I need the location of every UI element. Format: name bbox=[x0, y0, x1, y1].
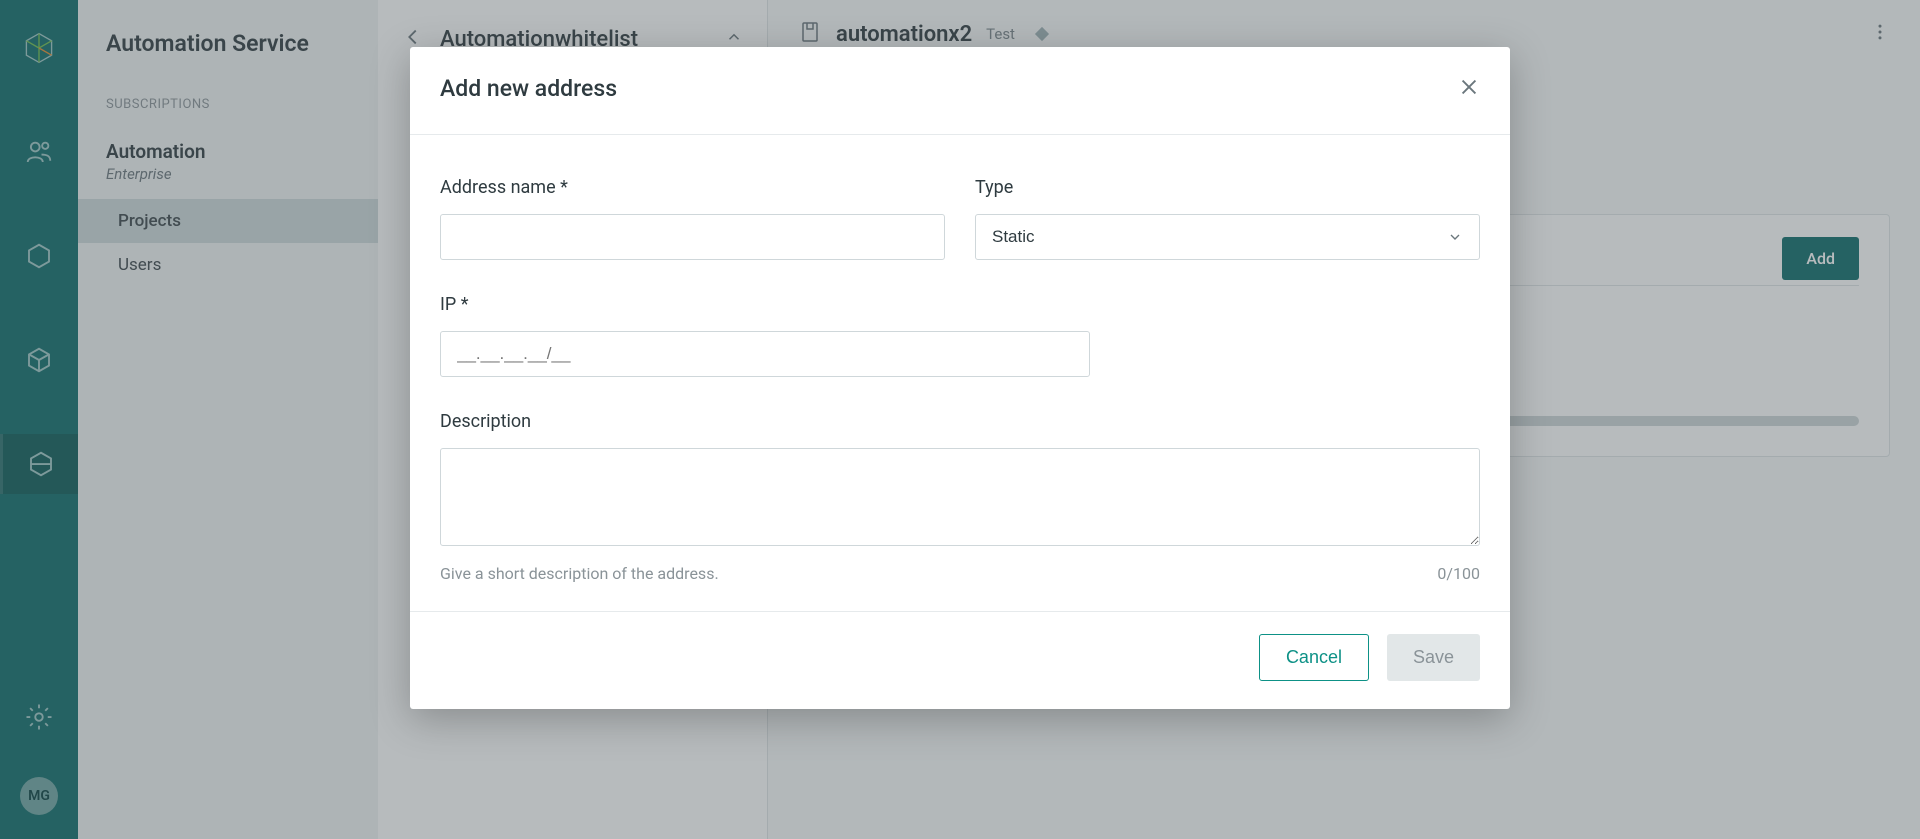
ip-input[interactable] bbox=[440, 331, 1090, 377]
type-label: Type bbox=[975, 177, 1480, 198]
close-icon[interactable] bbox=[1458, 76, 1480, 102]
save-button[interactable]: Save bbox=[1387, 634, 1480, 681]
description-helper-text: Give a short description of the address. bbox=[440, 564, 719, 583]
type-select-value: Static bbox=[992, 227, 1035, 247]
modal-overlay: Add new address Address name * Type bbox=[0, 0, 1920, 839]
cancel-button[interactable]: Cancel bbox=[1259, 634, 1369, 681]
add-address-modal: Add new address Address name * Type bbox=[410, 47, 1510, 709]
description-counter: 0/100 bbox=[1437, 564, 1480, 583]
description-label: Description bbox=[440, 411, 1480, 432]
ip-label: IP * bbox=[440, 294, 1480, 315]
chevron-down-icon bbox=[1447, 229, 1463, 245]
modal-title: Add new address bbox=[440, 75, 617, 102]
type-select[interactable]: Static bbox=[975, 214, 1480, 260]
address-name-label: Address name * bbox=[440, 177, 945, 198]
address-name-input[interactable] bbox=[440, 214, 945, 260]
description-textarea[interactable] bbox=[440, 448, 1480, 546]
